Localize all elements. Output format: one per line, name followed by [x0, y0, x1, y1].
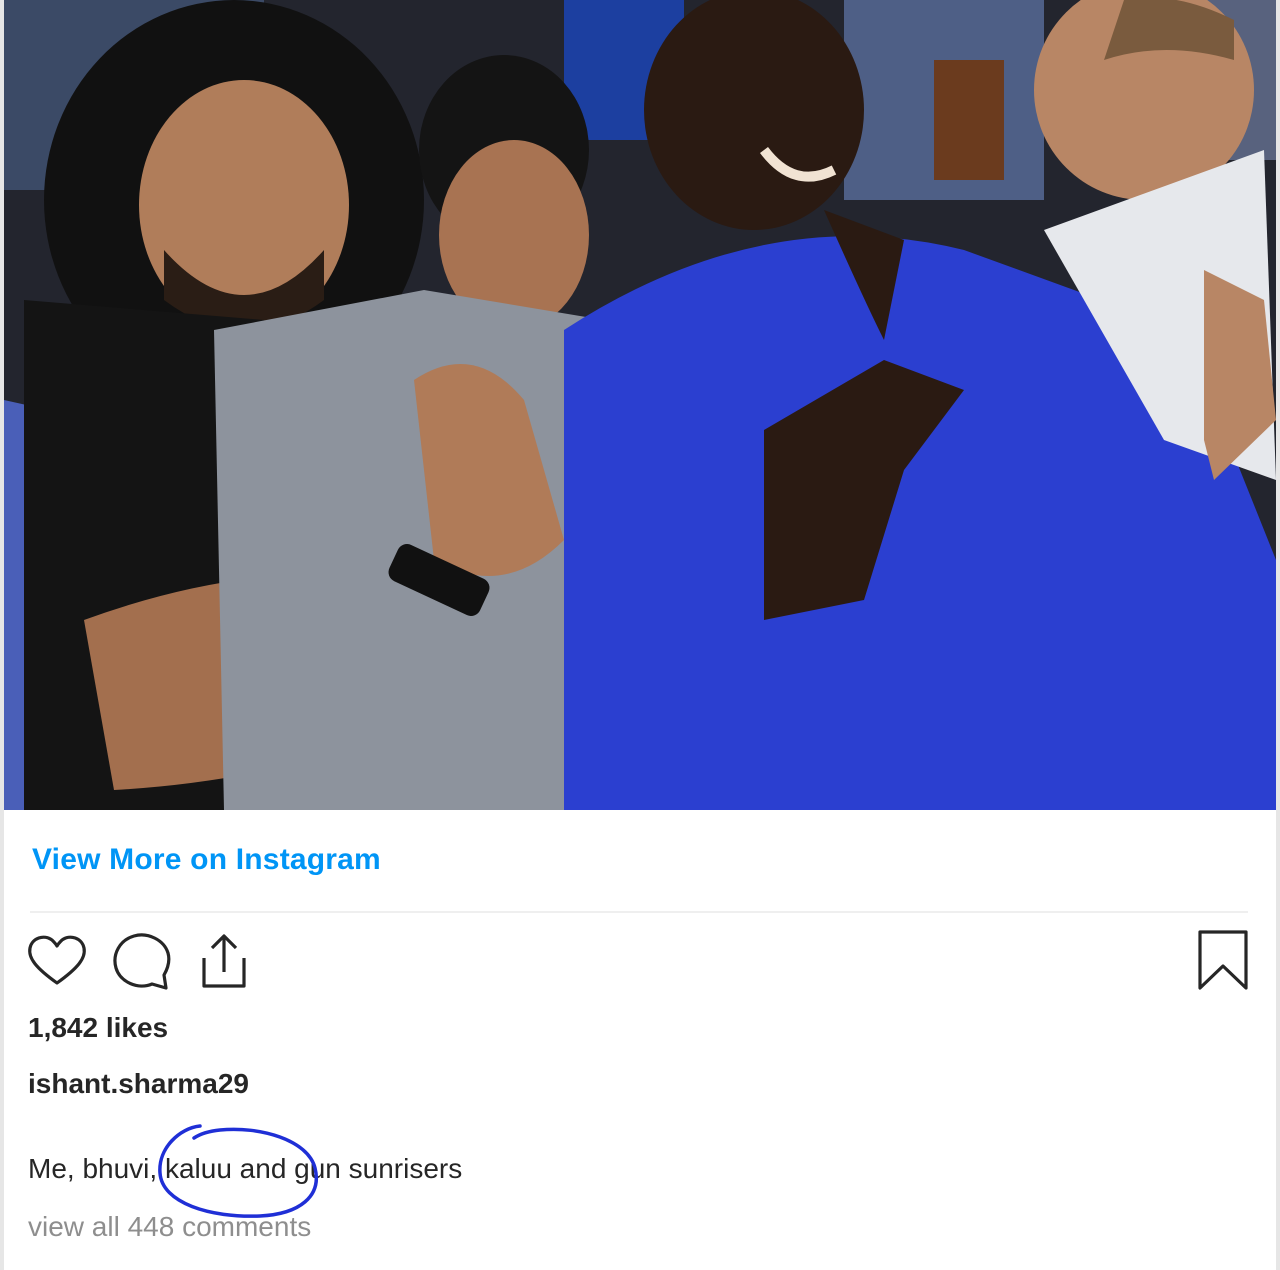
post-username[interactable]: ishant.sharma29: [28, 1068, 249, 1100]
divider: [30, 911, 1248, 913]
frame-border-right: [1276, 0, 1280, 1270]
view-comments-link[interactable]: view all 448 comments: [28, 1211, 311, 1243]
heart-icon[interactable]: [24, 928, 90, 994]
post-caption: Me, bhuvi, kaluu and gun sunrisers: [28, 1153, 463, 1184]
comment-icon[interactable]: [108, 928, 174, 994]
bookmark-icon[interactable]: [1190, 928, 1256, 994]
post-photo[interactable]: [4, 0, 1276, 810]
view-more-link[interactable]: View More on Instagram: [32, 843, 381, 877]
likes-count: 1,842 likes: [28, 1012, 169, 1043]
action-bar: [24, 928, 1254, 994]
share-icon[interactable]: [190, 928, 256, 994]
